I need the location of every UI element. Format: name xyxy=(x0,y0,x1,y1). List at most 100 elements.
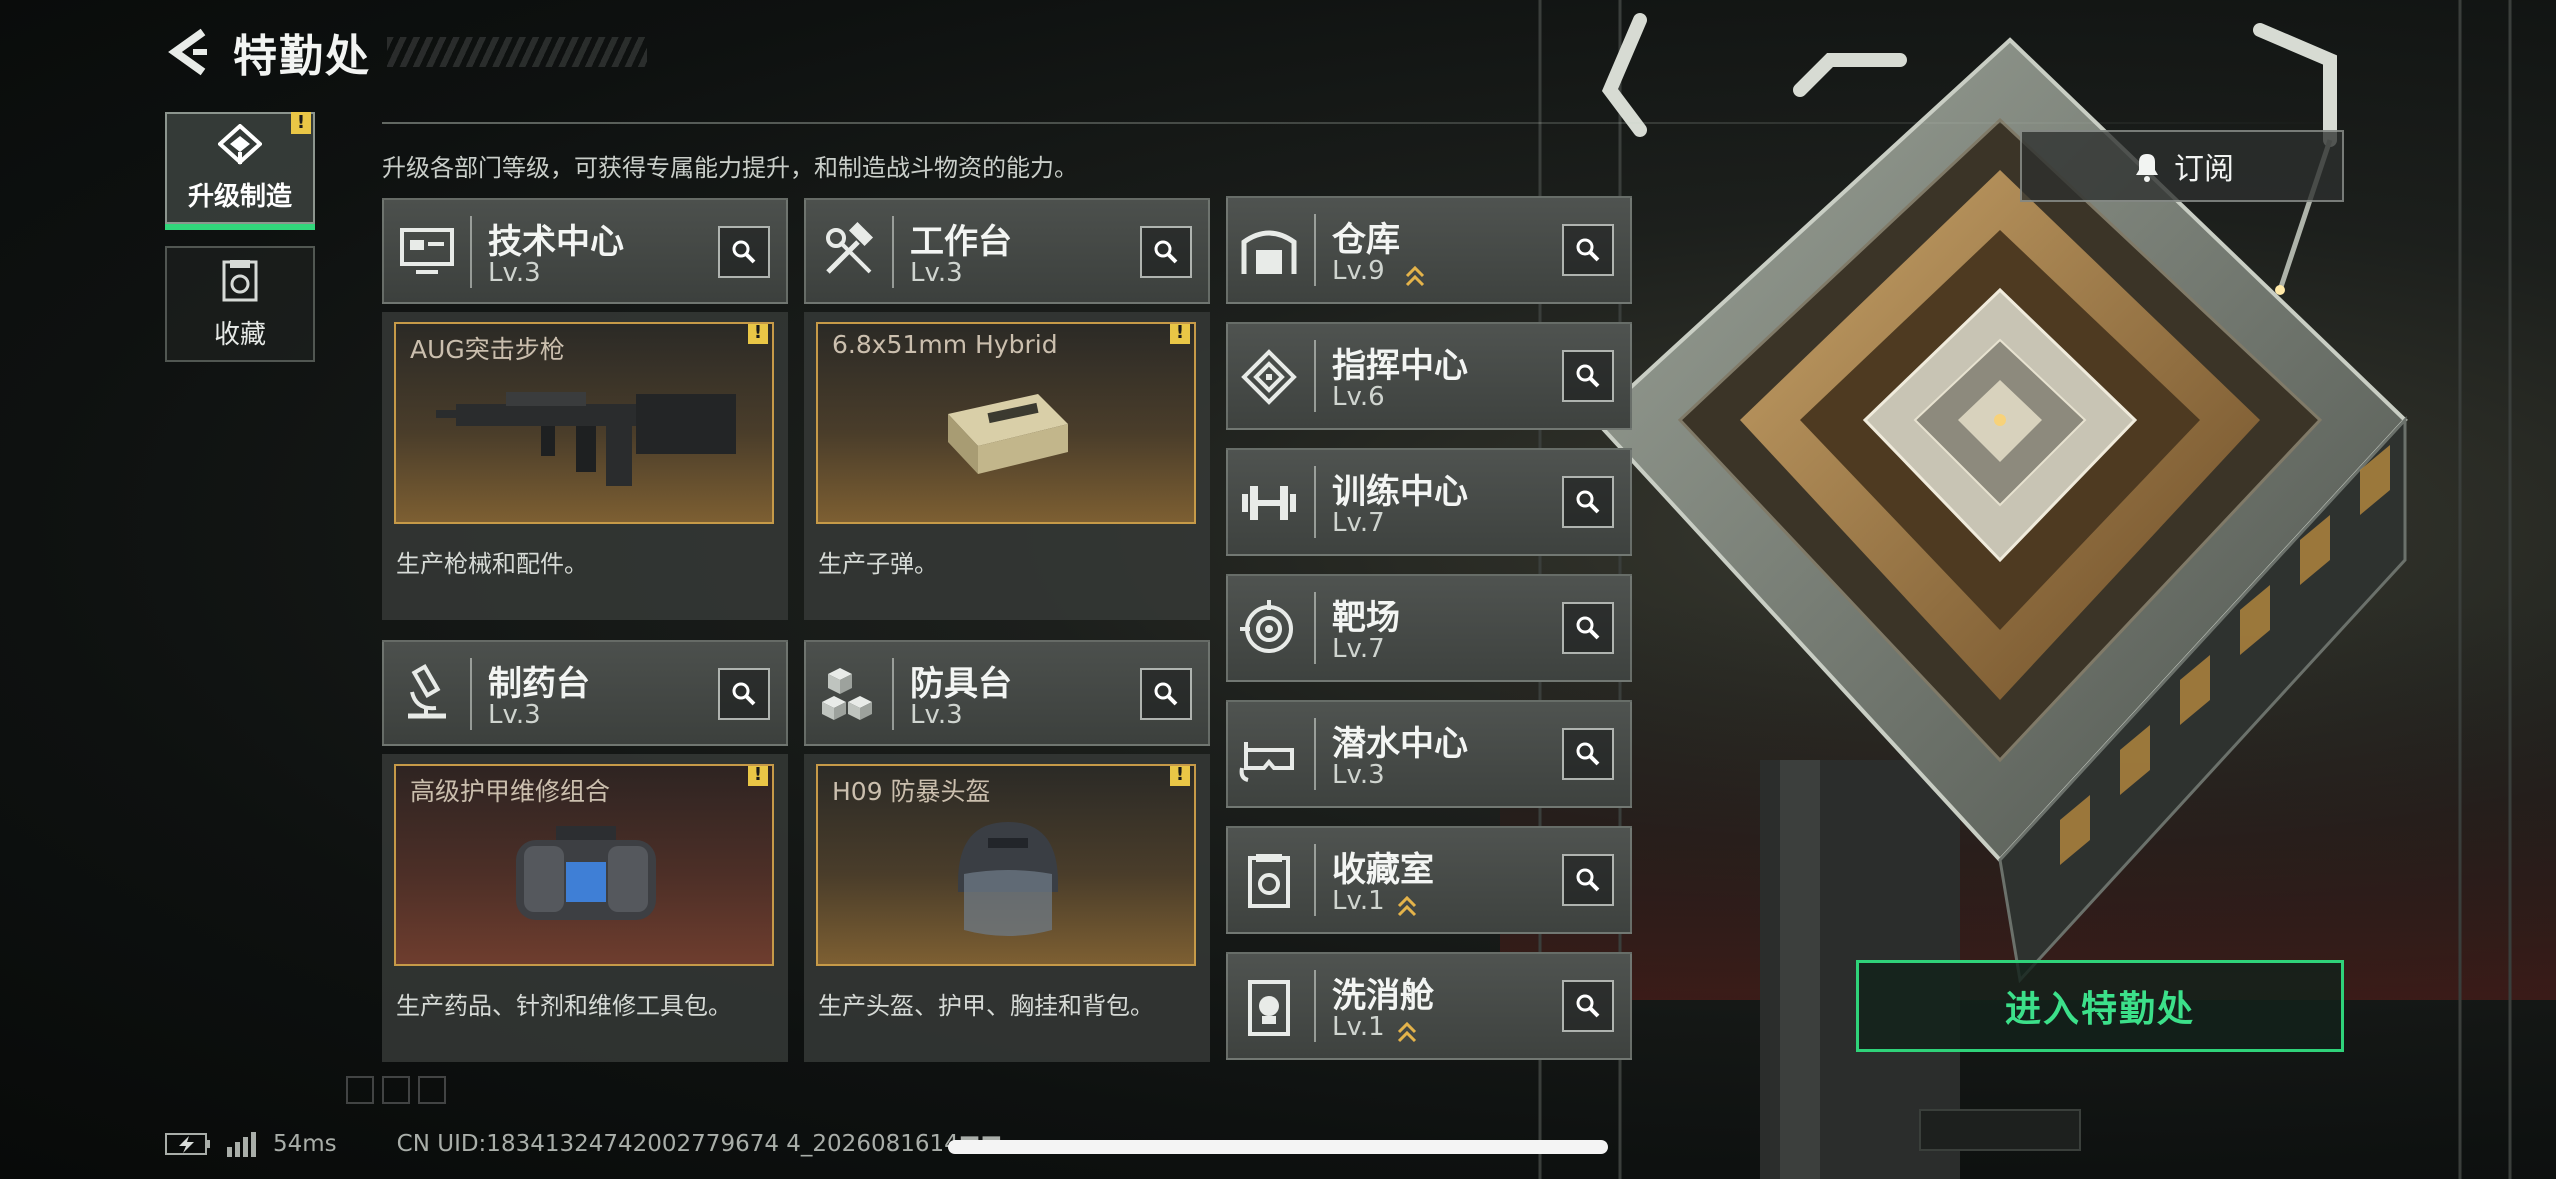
workstation-level: Lv.3 xyxy=(488,258,541,288)
workstation-header[interactable]: 防具台 Lv.3 xyxy=(804,640,1210,746)
search-icon xyxy=(1576,490,1600,514)
enter-special-ops-button[interactable]: 进入特勤处 xyxy=(1856,960,2344,1052)
inspect-button[interactable] xyxy=(1140,668,1192,720)
divider xyxy=(1314,592,1316,664)
alert-badge: ! xyxy=(748,324,768,344)
ammo-box-icon xyxy=(948,394,1068,474)
search-icon xyxy=(1576,868,1600,892)
inspect-button[interactable] xyxy=(1562,476,1614,528)
tab-upgrade-craft[interactable]: ! 升级制造 xyxy=(165,112,315,230)
room-command-center[interactable]: 指挥中心 Lv.6 xyxy=(1226,322,1632,430)
tab-collection[interactable]: 收藏 xyxy=(165,246,315,362)
enter-label: 进入特勤处 xyxy=(2004,989,2195,1030)
inspect-button[interactable] xyxy=(1562,602,1614,654)
room-training-center[interactable]: 训练中心 Lv.7 xyxy=(1226,448,1632,556)
search-icon xyxy=(732,682,756,706)
search-icon xyxy=(1576,364,1600,388)
divider xyxy=(1314,340,1316,412)
workstation-description: 生产药品、针剂和维修工具包。 xyxy=(396,992,732,1020)
workstation-header[interactable]: 制药台 Lv.3 xyxy=(382,640,788,746)
room-diving-center[interactable]: 潜水中心 Lv.3 xyxy=(1226,700,1632,808)
home-indicator[interactable] xyxy=(948,1140,1608,1154)
workstation-name: 防具台 xyxy=(910,664,1012,704)
alert-badge: ! xyxy=(1170,324,1190,344)
alert-badge: ! xyxy=(291,112,311,134)
product-slot[interactable]: 6.8x51mm Hybrid ! xyxy=(816,322,1196,524)
room-decontamination[interactable]: 洗消舱 Lv.1 xyxy=(1226,952,1632,1060)
warehouse-icon xyxy=(1241,230,1297,274)
armor-blocks-icon xyxy=(822,668,872,720)
rifle-icon xyxy=(436,392,736,486)
inspect-button[interactable] xyxy=(1140,226,1192,278)
inspect-button[interactable] xyxy=(1562,980,1614,1032)
workstation-header[interactable]: 工作台 Lv.3 xyxy=(804,198,1210,304)
room-name: 靶场 xyxy=(1332,598,1400,638)
room-name: 仓库 xyxy=(1332,220,1400,260)
workstation-name: 技术中心 xyxy=(488,222,624,262)
search-icon xyxy=(1576,994,1600,1018)
divider xyxy=(1314,844,1316,916)
workstation-level: Lv.3 xyxy=(488,700,541,730)
room-name: 洗消舱 xyxy=(1332,976,1434,1016)
upgrade-icon xyxy=(218,123,262,165)
mark-icon xyxy=(382,1076,410,1104)
mark-icon xyxy=(346,1076,374,1104)
room-level: Lv.6 xyxy=(1332,382,1385,412)
room-name: 训练中心 xyxy=(1332,472,1468,512)
search-icon xyxy=(1576,742,1600,766)
battery-icon xyxy=(165,1133,210,1155)
upgrade-arrow-icon xyxy=(1397,1021,1417,1043)
inspect-button[interactable] xyxy=(1562,728,1614,780)
product-slot[interactable]: H09 防暴头盔 ! xyxy=(816,764,1196,966)
microscope-icon xyxy=(408,664,446,719)
workstation-level: Lv.3 xyxy=(910,258,963,288)
search-icon xyxy=(1576,238,1600,262)
collection-room-icon xyxy=(1248,854,1290,908)
workstation-description: 生产枪械和配件。 xyxy=(396,550,588,578)
tools-icon xyxy=(826,221,874,274)
workstation-card-workbench: 工作台 Lv.3 6.8x51mm Hybrid ! 生产子弹。 xyxy=(804,198,1210,620)
product-name: H09 防暴头盔 xyxy=(832,777,991,806)
divider xyxy=(470,216,472,288)
product-name: AUG突击步枪 xyxy=(410,335,565,364)
header-divider xyxy=(382,122,2342,124)
collection-icon xyxy=(222,259,258,301)
dumbbell-icon xyxy=(1242,486,1296,520)
target-icon xyxy=(1240,600,1293,653)
inspect-button[interactable] xyxy=(718,226,770,278)
product-slot[interactable]: AUG突击步枪 ! xyxy=(394,322,774,524)
workstation-description: 生产头盔、护甲、胸挂和背包。 xyxy=(818,992,1154,1020)
room-shooting-range[interactable]: 靶场 Lv.7 xyxy=(1226,574,1632,682)
workstation-body: AUG突击步枪 ! 生产枪械和配件。 xyxy=(382,312,788,620)
room-warehouse[interactable]: 仓库 Lv.9 xyxy=(1226,196,1632,304)
room-level: Lv.1 xyxy=(1332,1012,1385,1042)
product-name: 6.8x51mm Hybrid xyxy=(832,330,1058,359)
room-name: 潜水中心 xyxy=(1332,724,1468,764)
workstation-level: Lv.3 xyxy=(910,700,963,730)
room-name: 指挥中心 xyxy=(1332,346,1468,386)
inspect-button[interactable] xyxy=(718,668,770,720)
room-level: Lv.7 xyxy=(1332,508,1385,538)
product-slot[interactable]: 高级护甲维修组合 ! xyxy=(394,764,774,966)
workstation-header[interactable]: 技术中心 Lv.3 xyxy=(382,198,788,304)
inspect-button[interactable] xyxy=(1562,224,1614,276)
page-title: 特勤处 xyxy=(233,31,371,82)
room-name: 收藏室 xyxy=(1332,850,1434,890)
inspect-button[interactable] xyxy=(1562,350,1614,402)
divider xyxy=(1314,466,1316,538)
product-name: 高级护甲维修组合 xyxy=(410,777,611,806)
back-button[interactable] xyxy=(165,22,213,82)
helmet-icon xyxy=(958,822,1058,936)
upgrade-arrow-icon xyxy=(1405,265,1425,287)
search-icon xyxy=(1154,240,1178,264)
inspect-button[interactable] xyxy=(1562,854,1614,906)
subscribe-button[interactable]: 订阅 xyxy=(2020,130,2344,202)
divider xyxy=(1314,718,1316,790)
divider xyxy=(1314,214,1316,286)
mark-icon xyxy=(418,1076,446,1104)
workstation-card-tech-center: 技术中心 Lv.3 AUG突击步枪 ! 生产枪械和配件。 xyxy=(382,198,788,620)
title-decoration xyxy=(387,37,647,67)
user-uid: CN UID:18341324742002779674 4_2026081614… xyxy=(396,1131,1003,1157)
bell-icon xyxy=(2136,154,2158,182)
room-collection-room[interactable]: 收藏室 Lv.1 xyxy=(1226,826,1632,934)
